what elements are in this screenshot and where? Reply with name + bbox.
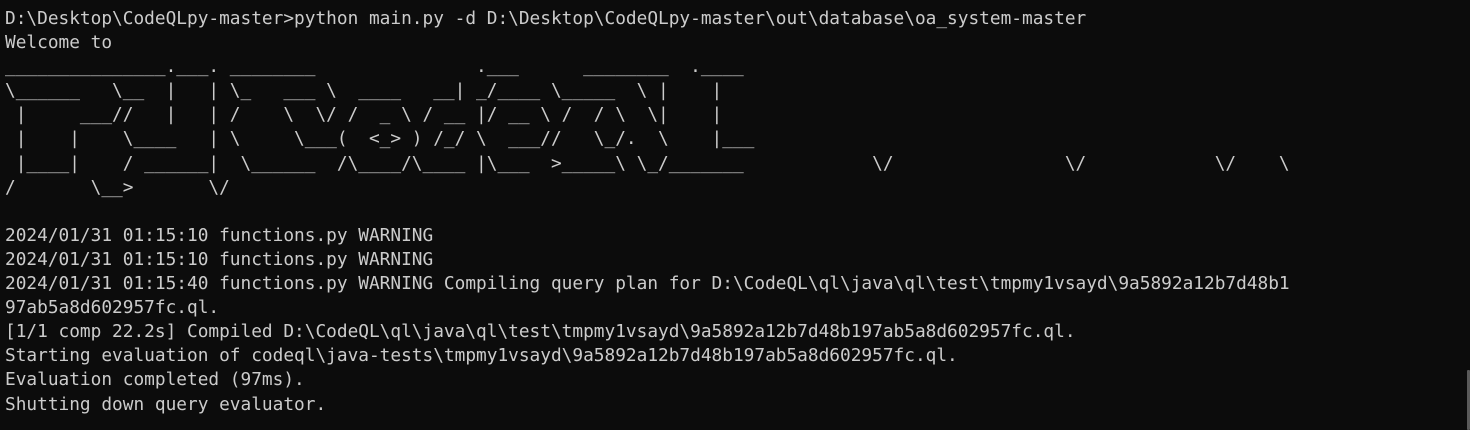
log-line: 2024/01/31 01:15:10 functions.py WARNING [5, 248, 434, 270]
welcome-text: Welcome to [5, 32, 113, 54]
log-line: 97ab5a8d602957fc.ql. [5, 297, 220, 319]
ascii-art-banner: _______________.___. ________ .___ _____… [5, 55, 1470, 200]
log-line: Starting evaluation of codeql\java-tests… [5, 345, 958, 367]
command-line: D:\Desktop\CodeQLpy-master>python main.p… [5, 8, 1087, 29]
log-line: Shutting down query evaluator. [5, 393, 327, 415]
log-line: [1/1 comp 22.2s] Compiled D:\CodeQL\ql\j… [5, 321, 1076, 343]
log-line: 2024/01/31 01:15:40 functions.py WARNING… [5, 273, 1290, 295]
terminal-output[interactable]: D:\Desktop\CodeQLpy-master>python main.p… [5, 7, 1470, 430]
ascii-art-line: \______ \__ | | \_ ___ \ ____ __| _/____… [5, 80, 723, 102]
log-line: 2024/01/31 01:15:10 functions.py WARNING [5, 224, 434, 246]
log-line: Evaluation completed (97ms). [5, 369, 305, 391]
ascii-art-line: |____| / ______| \______ /\____/\____ |\… [5, 152, 1290, 174]
ascii-art-line: | | \____ | \ \___( <_> ) /_/ \ ___// \_… [5, 128, 755, 150]
ascii-art-line: / \__> \/ [5, 176, 230, 198]
ascii-art-line: | ___// | | / \ \/ / _ \ / __ |/ __ \ / … [5, 104, 723, 126]
ascii-art-line: _______________.___. ________ .___ _____… [5, 56, 744, 78]
